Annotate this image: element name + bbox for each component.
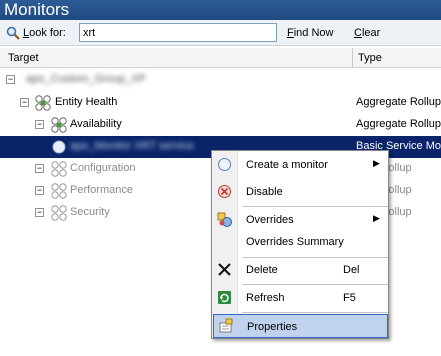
window-title: Monitors [4,0,70,19]
column-divider[interactable] [352,48,353,68]
selected-monitor-label: apo_Monitor XRT service [70,140,194,152]
collapse-icon[interactable]: − [20,98,29,107]
health-state-icon [51,117,67,133]
column-header: Target Type [0,48,441,68]
window-title-bar: Monitors [0,0,441,20]
menu-separator [242,206,388,207]
disable-icon [218,185,231,198]
menu-separator [242,312,388,313]
refresh-icon [218,291,231,304]
menu-label: Properties [247,321,298,333]
health-state-icon [51,205,67,221]
root-group-label: apo_Custom_Group_XP [26,73,146,85]
health-state-icon [35,95,51,111]
health-state-icon [51,183,67,199]
submenu-arrow-icon: ▶ [373,213,380,223]
menu-label: Delete [246,264,278,276]
menu-item-refresh[interactable]: Refresh F5 [213,286,388,310]
create-monitor-icon [218,158,231,171]
clear-button[interactable]: Clear [354,27,380,39]
search-toolbar: Look for: Find Now Clear [0,20,441,46]
delete-icon [218,263,231,276]
properties-icon [219,318,233,333]
tree-row-entity-health[interactable]: − Entity Health Aggregate Rollup [0,92,441,114]
collapse-icon[interactable]: − [35,164,44,173]
menu-label: Refresh [246,292,285,304]
find-now-button[interactable]: Find Now [287,27,333,39]
menu-item-overrides-summary[interactable]: Overrides Summary [213,230,388,254]
menu-label: Overrides [246,214,294,226]
menu-item-create-monitor[interactable]: Create a monitor ▶ [213,153,388,177]
menu-item-delete[interactable]: Delete Del [213,258,388,282]
collapse-icon[interactable]: − [35,120,44,129]
entity-health-label: Entity Health [55,96,118,108]
menu-shortcut: F5 [343,292,356,304]
configuration-label: Configuration [70,162,136,174]
collapse-icon[interactable]: − [6,75,15,84]
overrides-icon [217,212,232,227]
collapse-icon[interactable]: − [35,208,44,217]
look-for-label: Look for: [6,26,66,40]
look-for-input[interactable] [79,23,277,42]
look-for-text: Look for: [23,27,66,39]
menu-item-overrides[interactable]: Overrides ▶ [213,208,388,232]
tree-row-root[interactable]: − apo_Custom_Group_XP [0,69,441,91]
entity-health-type: Aggregate Rollup [356,96,441,108]
column-type[interactable]: Type [358,52,382,64]
menu-item-disable[interactable]: Disable [213,180,388,204]
unit-monitor-icon [52,140,66,154]
menu-label: Overrides Summary [246,236,344,248]
availability-type: Aggregate Rollup [356,118,441,130]
menu-label: Create a monitor [246,159,328,171]
context-menu: Create a monitor ▶ Disable Overrides ▶ O… [211,150,389,339]
tree-row-availability[interactable]: − Availability Aggregate Rollup [0,114,441,136]
magnifier-icon [6,26,20,40]
security-label: Security [70,206,110,218]
menu-label: Disable [246,186,283,198]
menu-separator [242,284,388,285]
submenu-arrow-icon: ▶ [373,158,380,168]
menu-item-properties[interactable]: Properties [213,314,388,338]
availability-label: Availability [70,118,122,130]
collapse-icon[interactable]: − [35,186,44,195]
performance-label: Performance [70,184,133,196]
column-target[interactable]: Target [8,52,39,64]
health-state-icon [51,161,67,177]
menu-shortcut: Del [343,264,360,276]
